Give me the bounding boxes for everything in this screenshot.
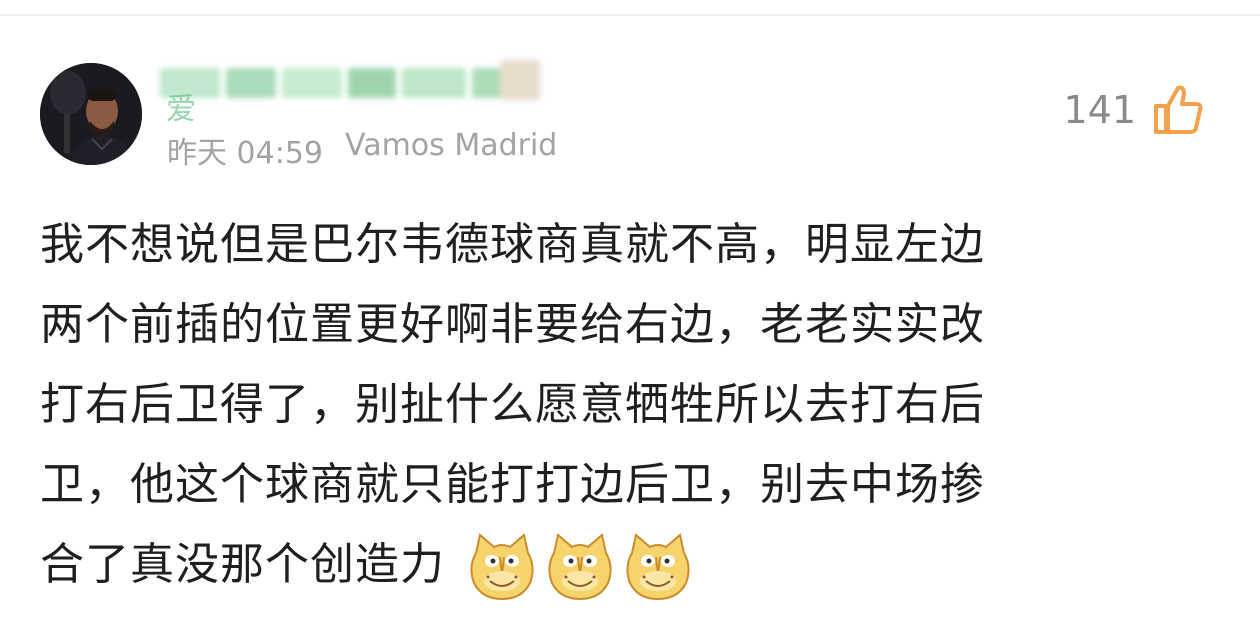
- source-label: Vamos Madrid: [345, 128, 558, 163]
- like-count: 141: [1063, 88, 1136, 132]
- avatar[interactable]: [40, 63, 142, 165]
- doge-cat-emoji-icon: [466, 531, 538, 603]
- timestamp: 昨天 04:59: [167, 136, 323, 171]
- comment-line: 合了真没那个创造力: [40, 539, 445, 590]
- thumbs-up-icon[interactable]: [1150, 82, 1206, 138]
- emoji-row: [466, 531, 694, 603]
- like-button[interactable]: 141: [1063, 82, 1206, 138]
- doge-cat-emoji-icon: [622, 531, 694, 603]
- username-partial: 爱: [166, 92, 196, 127]
- comment-text: 我不想说但是巴尔韦德球商真就不高，明显左边 两个前插的位置更好啊非要给右边，老老…: [40, 205, 1200, 605]
- doge-cat-emoji-icon: [544, 531, 616, 603]
- comment-card: 爱 昨天 04:59 Vamos Madrid 141 我不想说但是巴尔韦德球商…: [0, 0, 1260, 636]
- comment-line: 卫，他这个球商就只能打打边后卫，别去中场掺: [40, 459, 985, 510]
- divider: [0, 14, 1260, 16]
- comment-line: 我不想说但是巴尔韦德球商真就不高，明显左边: [40, 219, 985, 270]
- comment-line: 打右后卫得了，别扯什么愿意牺牲所以去打右后: [40, 379, 985, 430]
- comment-line: 两个前插的位置更好啊非要给右边，老老实实改: [40, 299, 985, 350]
- comment-line-last: 合了真没那个创造力: [40, 525, 1200, 605]
- username-blurred[interactable]: [160, 60, 580, 122]
- post-meta: 昨天 04:59 Vamos Madrid: [167, 128, 557, 172]
